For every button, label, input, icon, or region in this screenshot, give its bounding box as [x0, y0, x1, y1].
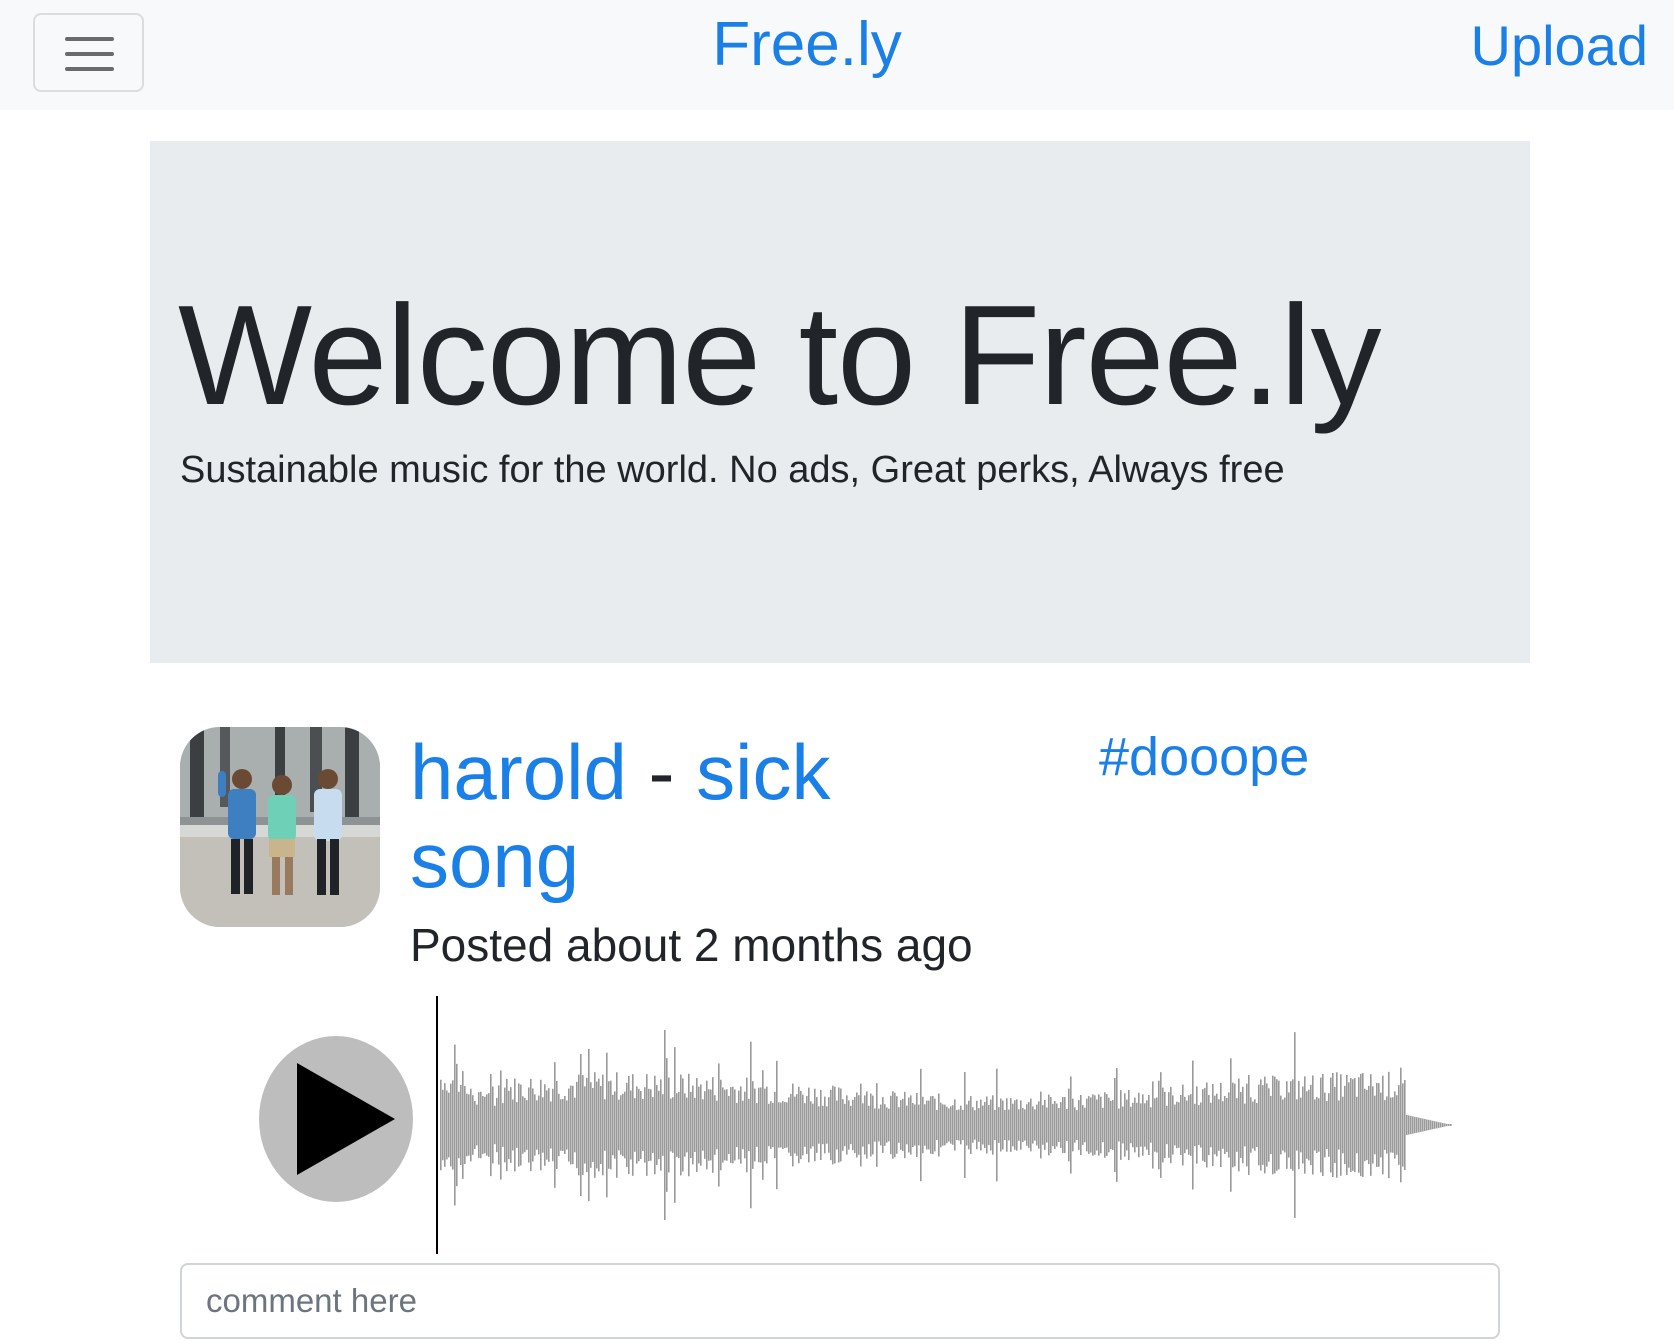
navbar: Free.ly Upload	[0, 0, 1674, 110]
song-title-link[interactable]: harold - sick song	[410, 728, 930, 904]
group-photo-avatar	[180, 727, 380, 927]
jumbotron-lead: Sustainable music for the world. No ads,…	[180, 449, 1285, 491]
comment-input[interactable]	[180, 1263, 1500, 1339]
song-title-separator: -	[648, 728, 675, 816]
welcome-jumbotron: Welcome to Free.ly Sustainable music for…	[150, 141, 1530, 663]
audio-waveform[interactable]	[436, 996, 1460, 1254]
song-hashtag-link[interactable]: #dooope	[1099, 726, 1309, 788]
song-avatar[interactable]	[180, 727, 380, 927]
song-artist: harold	[410, 728, 627, 816]
waveform-cursor	[436, 996, 438, 1254]
upload-link[interactable]: Upload	[1471, 12, 1648, 80]
jumbotron-title: Welcome to Free.ly	[178, 276, 1382, 435]
song-posted-time: Posted about 2 months ago	[410, 919, 973, 971]
play-icon	[297, 1063, 395, 1175]
play-button[interactable]	[259, 1036, 413, 1202]
brand-link[interactable]: Free.ly	[0, 10, 1614, 80]
